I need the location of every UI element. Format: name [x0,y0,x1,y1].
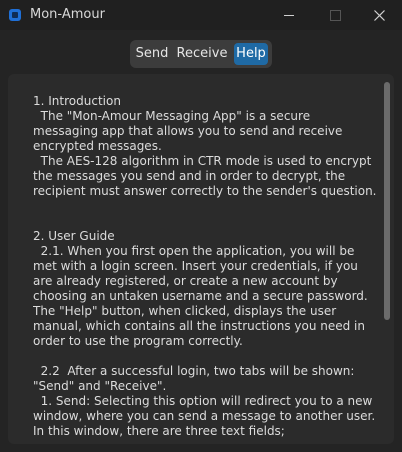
title-bar: Mon-Amour [0,0,402,30]
tab-help[interactable]: Help [234,43,268,65]
maximize-icon [329,9,341,21]
close-icon [373,9,385,21]
scrollbar-thumb[interactable] [384,82,390,320]
close-button[interactable] [356,0,402,30]
help-textbox[interactable]: 1. Introduction The "Mon-Amour Messaging… [33,94,378,444]
tab-receive[interactable]: Receive [174,43,230,65]
minimize-icon [284,14,294,16]
maximize-button[interactable] [312,0,358,30]
tab-send[interactable]: Send [134,43,170,65]
app-icon [9,9,21,21]
help-panel: 1. Introduction The "Mon-Amour Messaging… [8,74,394,444]
window-title: Mon-Amour [30,7,105,22]
segmented-tab-bar: Send Receive Help [130,40,272,68]
minimize-button[interactable] [266,0,312,30]
